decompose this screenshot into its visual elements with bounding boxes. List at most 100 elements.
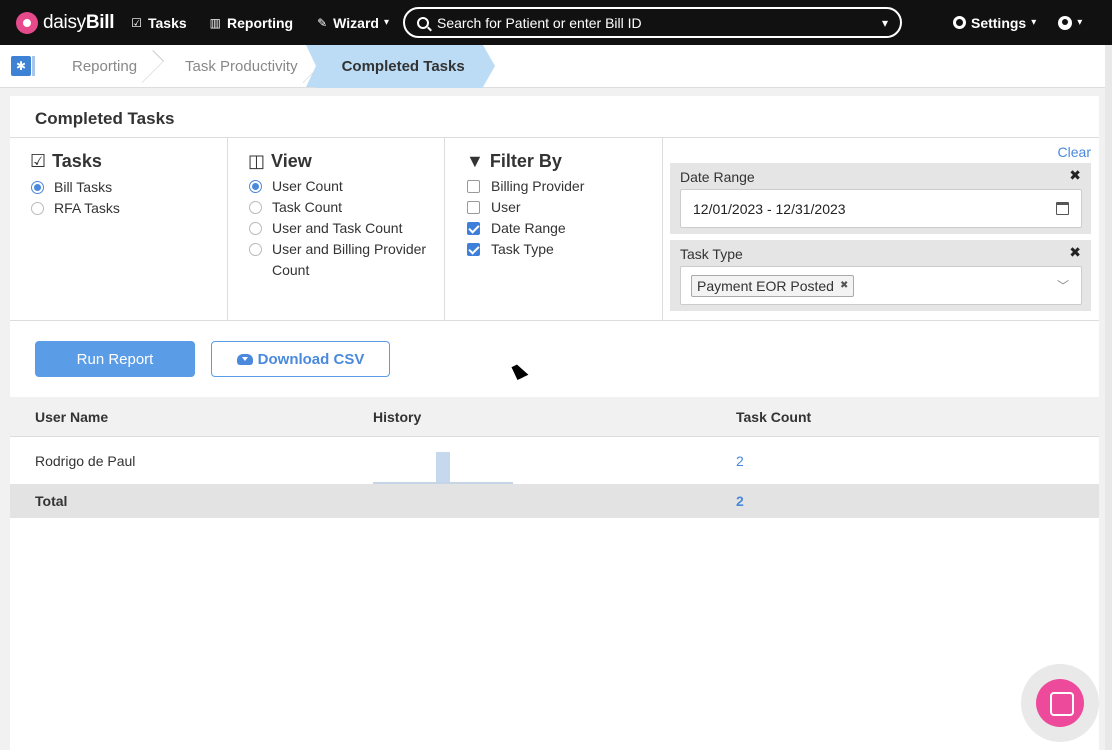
option-label: User and Task Count [272,220,403,236]
breadcrumb-completed-tasks: Completed Tasks [305,44,495,88]
view-heading-label: View [271,151,312,171]
radio-task-count[interactable]: Task Count [249,197,342,218]
radio-rfa-tasks[interactable]: RFA Tasks [31,198,120,219]
checkbox-billing-provider[interactable]: Billing Provider [467,176,584,197]
tasks-section: ☑ Tasks Bill Tasks RFA Tasks [10,138,228,320]
clear-filters-link[interactable]: Clear [1058,144,1091,160]
column-header-history: History [373,408,422,425]
option-label: RFA Tasks [54,200,120,216]
option-label: Bill Tasks [54,179,113,195]
search-placeholder: Search for Patient or enter Bill ID [436,14,642,31]
nav-wizard-label: Wizard [333,14,379,31]
daisybill-logo[interactable]: daisyBill [16,0,115,45]
selected-tag: Payment EOR Posted ✖ [691,274,855,297]
report-card: Completed Tasks ☑ Tasks Bill Tasks RFA T… [10,96,1099,750]
sparkline-bar [436,452,450,482]
page-title: Completed Tasks [35,109,175,128]
radio-button[interactable] [249,243,262,256]
radio-user-and-task-count[interactable]: User and Task Count [249,218,402,239]
radio-button[interactable] [31,181,44,194]
table-row: Rodrigo de Paul 2 [10,438,1099,484]
user-menu[interactable]: ▾ [1058,0,1082,45]
radio-bill-tasks[interactable]: Bill Tasks [31,177,112,198]
option-label: Date Range [491,220,566,236]
history-sparkline [373,438,513,484]
bar-chart-icon: ▥ [209,15,221,30]
divider [10,320,1099,321]
chevron-down-icon[interactable]: ▾ [882,16,888,30]
remove-tag-icon[interactable]: ✖ [840,280,848,291]
tag-label: Payment EOR Posted [697,277,834,294]
cloud-download-icon [236,353,253,365]
nav-settings[interactable]: Settings ▾ [952,0,1037,45]
checkbox-user[interactable]: User [467,197,521,218]
checkbox[interactable] [467,180,480,193]
option-label: Task Count [272,199,343,215]
page-scrollbar[interactable] [1105,45,1112,750]
nav-settings-label: Settings [970,14,1027,31]
date-range-input[interactable]: 12/01/2023 - 12/31/2023 [680,189,1082,228]
checkbox[interactable] [467,243,480,256]
patient-search-input[interactable]: Search for Patient or enter Bill ID ▾ [402,7,902,38]
chevron-down-icon: ▾ [1031,17,1037,28]
user-circle-icon [1058,15,1073,30]
chevron-down-icon: ▾ [1077,17,1083,28]
radio-button[interactable] [249,201,262,214]
nav-reporting[interactable]: ▥ Reporting [210,0,293,45]
logo-prefix: daisy [43,11,86,33]
view-heading: ◫ View [248,151,312,172]
breadcrumb: ✱ Reporting Task Productivity Completed … [0,44,1112,88]
filter-by-heading: ▼ Filter By [466,151,562,172]
sidebar-toggle[interactable]: ✱ [0,45,42,88]
filter-icon: ▼ [466,151,484,171]
download-csv-label: Download CSV [257,350,365,368]
column-header-task-count: Task Count [736,408,812,425]
chevron-down-icon: ▾ [383,17,389,28]
option-label: Task Type [491,241,554,257]
checkbox-date-range[interactable]: Date Range [467,218,566,239]
filter-by-section: ▼ Filter By Billing Provider User Date R… [445,138,663,320]
user-name-cell: Rodrigo de Paul [35,453,136,469]
task-type-select[interactable]: Payment EOR Posted ✖ ﹀ [680,266,1082,305]
date-range-filter: Date Range ✖ 12/01/2023 - 12/31/2023 [670,163,1091,234]
nav-wizard[interactable]: ✎ Wizard ▾ [317,0,389,45]
total-task-count-link[interactable]: 2 [736,484,744,518]
table-header: User Name History Task Count [10,397,1099,437]
checkbox-task-type[interactable]: Task Type [467,239,554,260]
logo-suffix: Bill [85,11,115,33]
checkbox[interactable] [467,201,480,214]
nav-tasks[interactable]: ☑ Tasks [131,0,186,45]
download-csv-button[interactable]: Download CSV [211,341,390,377]
task-count-link[interactable]: 2 [736,438,744,484]
filter-by-heading-label: Filter By [489,151,562,171]
search-icon [416,16,429,29]
calendar-icon[interactable] [1056,202,1069,215]
remove-filter-icon[interactable]: ✖ [1069,244,1081,261]
option-label: User and Billing Provider Count [272,241,427,278]
daisy-flower-icon [16,11,38,34]
run-report-button[interactable]: Run Report [35,341,195,377]
radio-user-count[interactable]: User Count [249,176,343,197]
view-section: ◫ View User Count Task Count User and Ta… [228,138,445,320]
total-label: Total [35,493,68,509]
checkbox[interactable] [467,222,480,235]
column-header-user-name: User Name [35,408,109,425]
date-range-value: 12/01/2023 - 12/31/2023 [693,200,846,217]
remove-filter-icon[interactable]: ✖ [1069,167,1081,184]
radio-button[interactable] [249,222,262,235]
task-type-label: Task Type [680,246,743,262]
top-nav: daisyBill ☑ Tasks ▥ Reporting ✎ Wizard ▾… [0,0,1112,45]
radio-button[interactable] [31,202,44,215]
breadcrumb-task-productivity[interactable]: Task Productivity [155,45,316,88]
magic-wand-icon: ✎ [317,15,328,30]
clipboard-check-icon: ☑ [131,15,142,30]
option-label: User [491,199,521,215]
chat-icon[interactable] [1036,679,1084,727]
radio-button[interactable] [249,180,262,193]
breadcrumb-reporting[interactable]: Reporting [42,45,155,88]
nav-tasks-label: Tasks [147,14,187,31]
option-label: User Count [272,178,343,194]
columns-icon: ◫ [248,151,266,171]
radio-user-and-billing-provider-count[interactable]: User and Billing Provider Count [249,239,429,281]
chevron-down-icon[interactable]: ﹀ [1057,277,1069,294]
